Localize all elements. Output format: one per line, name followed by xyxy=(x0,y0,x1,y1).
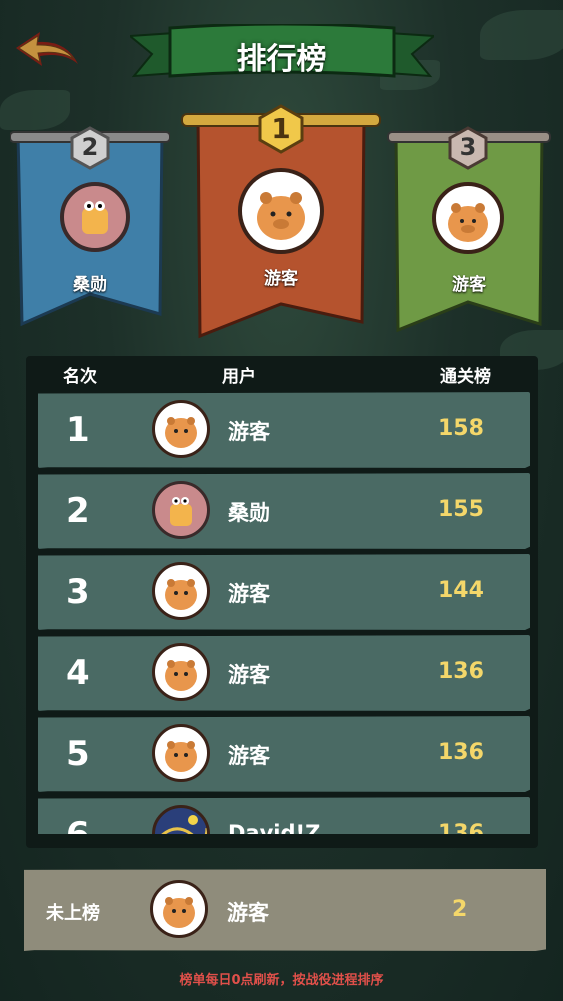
capybara-avatar xyxy=(152,643,210,701)
row-rank: 1 xyxy=(66,410,90,450)
capybara-avatar xyxy=(150,880,208,938)
table-header: 名次 用户 通关榜 xyxy=(26,356,538,390)
row-username: 游客 xyxy=(228,663,270,687)
capybara-avatar xyxy=(152,400,210,458)
podium-second[interactable]: 2 桑勋 xyxy=(10,124,170,334)
row-score: 136 xyxy=(438,740,484,765)
my-score: 2 xyxy=(452,897,468,922)
my-rank-label: 未上榜 xyxy=(46,903,100,924)
capybara-avatar xyxy=(152,724,210,782)
leaderboard-table: 名次 用户 通关榜 1 游客 158 2 桑勋 155 3 游客 144 4 游… xyxy=(26,356,538,848)
page-title: 排行榜 xyxy=(236,42,327,77)
starry-night-avatar xyxy=(152,805,210,834)
table-row[interactable]: 4 游客 136 xyxy=(38,635,530,711)
capybara-avatar xyxy=(238,168,324,254)
worm-cake-avatar xyxy=(152,481,210,539)
capybara-avatar xyxy=(432,182,504,254)
my-username: 游客 xyxy=(227,901,269,925)
table-row[interactable]: 5 游客 136 xyxy=(38,716,530,792)
table-row[interactable]: 2 桑勋 155 xyxy=(38,473,530,549)
leaderboard-list[interactable]: 1 游客 158 2 桑勋 155 3 游客 144 4 游客 136 5 游客… xyxy=(26,392,538,834)
table-row[interactable]: 3 游客 144 xyxy=(38,554,530,630)
podium-first-name: 游客 xyxy=(264,269,298,289)
refresh-note: 榜单每日0点刷新，按战役进程排序 xyxy=(179,973,384,988)
row-score: 136 xyxy=(438,821,484,834)
row-score: 144 xyxy=(438,578,484,603)
header-score: 通关榜 xyxy=(440,367,491,387)
table-row[interactable]: 6 David!Z 136 xyxy=(38,797,530,834)
capybara-avatar xyxy=(152,562,210,620)
row-score: 158 xyxy=(438,416,484,441)
row-username: 桑勋 xyxy=(228,501,270,525)
my-rank-row: 未上榜 游客 2 xyxy=(24,869,546,951)
row-username: David!Z xyxy=(228,821,321,834)
podium-third[interactable]: 3 游客 xyxy=(386,124,552,334)
rank-badge-2: 2 xyxy=(68,126,112,170)
worm-cake-avatar xyxy=(60,182,130,252)
row-score: 155 xyxy=(438,497,484,522)
row-rank: 2 xyxy=(66,491,90,531)
rank-badge-1: 1 xyxy=(256,104,306,154)
row-username: 游客 xyxy=(228,420,270,444)
podium-third-name: 游客 xyxy=(452,275,486,295)
rank-badge-3: 3 xyxy=(446,126,490,170)
row-rank: 4 xyxy=(66,653,90,693)
header-rank: 名次 xyxy=(63,367,97,387)
row-username: 游客 xyxy=(228,582,270,606)
podium-first[interactable]: 1 游客 xyxy=(176,104,386,344)
row-rank: 3 xyxy=(66,572,90,612)
row-rank: 5 xyxy=(66,734,90,774)
row-score: 136 xyxy=(438,659,484,684)
row-rank: 6 xyxy=(66,815,90,834)
podium-second-name: 桑勋 xyxy=(73,275,107,295)
header-user: 用户 xyxy=(222,367,256,387)
table-row[interactable]: 1 游客 158 xyxy=(38,392,530,468)
row-username: 游客 xyxy=(228,744,270,768)
